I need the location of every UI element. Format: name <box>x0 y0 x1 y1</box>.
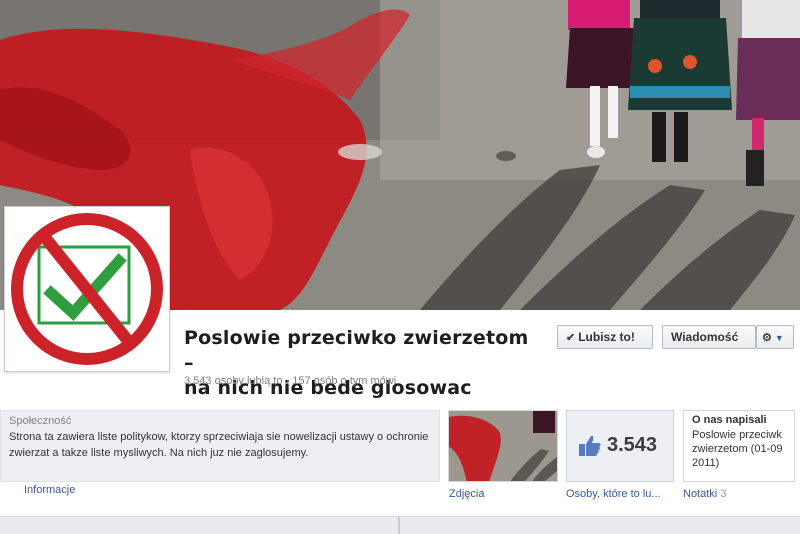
photos-link[interactable]: Zdjęcia <box>449 488 484 500</box>
message-button[interactable]: Wiadomość <box>662 325 756 349</box>
page-category: Społeczność <box>9 415 72 427</box>
chevron-down-icon: ▼ <box>774 333 784 343</box>
note-item[interactable]: Poslowie przeciwk zwierzetom (01-09 2011… <box>692 428 786 470</box>
notes-title: O nas napisali <box>692 414 767 426</box>
note-item-line-2: zwierzetom (01-09 <box>692 443 783 455</box>
notes-link-label: Notatki <box>683 488 718 500</box>
page-title: Poslowie przeciwko zwierzetom – na nich … <box>184 326 544 401</box>
notes-count: 3 <box>720 488 727 500</box>
likes-link[interactable]: Osoby, które to lu... <box>566 488 674 500</box>
notes-link[interactable]: Notatki 3 <box>683 488 726 500</box>
timeline-bar <box>0 516 800 534</box>
photos-tile[interactable] <box>448 410 558 482</box>
message-button-label: Wiadomość <box>671 330 739 344</box>
page-stats: 3.543 osoby lubią to · 157 osób o tym mó… <box>184 375 397 387</box>
photo-thumbnail <box>449 411 557 481</box>
gear-icon: ⚙ <box>762 332 772 344</box>
settings-dropdown-button[interactable]: ⚙ ▼ <box>756 325 794 349</box>
notes-tile[interactable]: O nas napisali Poslowie przeciwk zwierze… <box>683 410 795 482</box>
like-button[interactable]: ✔ Lubisz to! <box>557 325 653 349</box>
like-button-label: Lubisz to! <box>578 330 635 344</box>
timeline-divider <box>398 516 400 534</box>
forbidden-check-logo <box>9 211 165 367</box>
note-item-line-1: Poslowie przeciwk <box>692 429 782 441</box>
thumbs-up-icon <box>579 435 601 456</box>
about-box: Społeczność Strona ta zawiera liste poli… <box>0 410 440 482</box>
likes-count: 3.543 <box>607 434 658 456</box>
info-link[interactable]: Informacje <box>24 484 75 496</box>
likes-tile[interactable]: 3.543 <box>566 410 674 482</box>
page-title-line-1: Poslowie przeciwko zwierzetom – <box>184 327 529 374</box>
page-description: Strona ta zawiera liste politykow, ktorz… <box>9 431 429 459</box>
note-item-line-3: 2011) <box>692 457 720 469</box>
profile-picture[interactable] <box>4 206 170 372</box>
check-icon: ✔ <box>566 332 576 344</box>
